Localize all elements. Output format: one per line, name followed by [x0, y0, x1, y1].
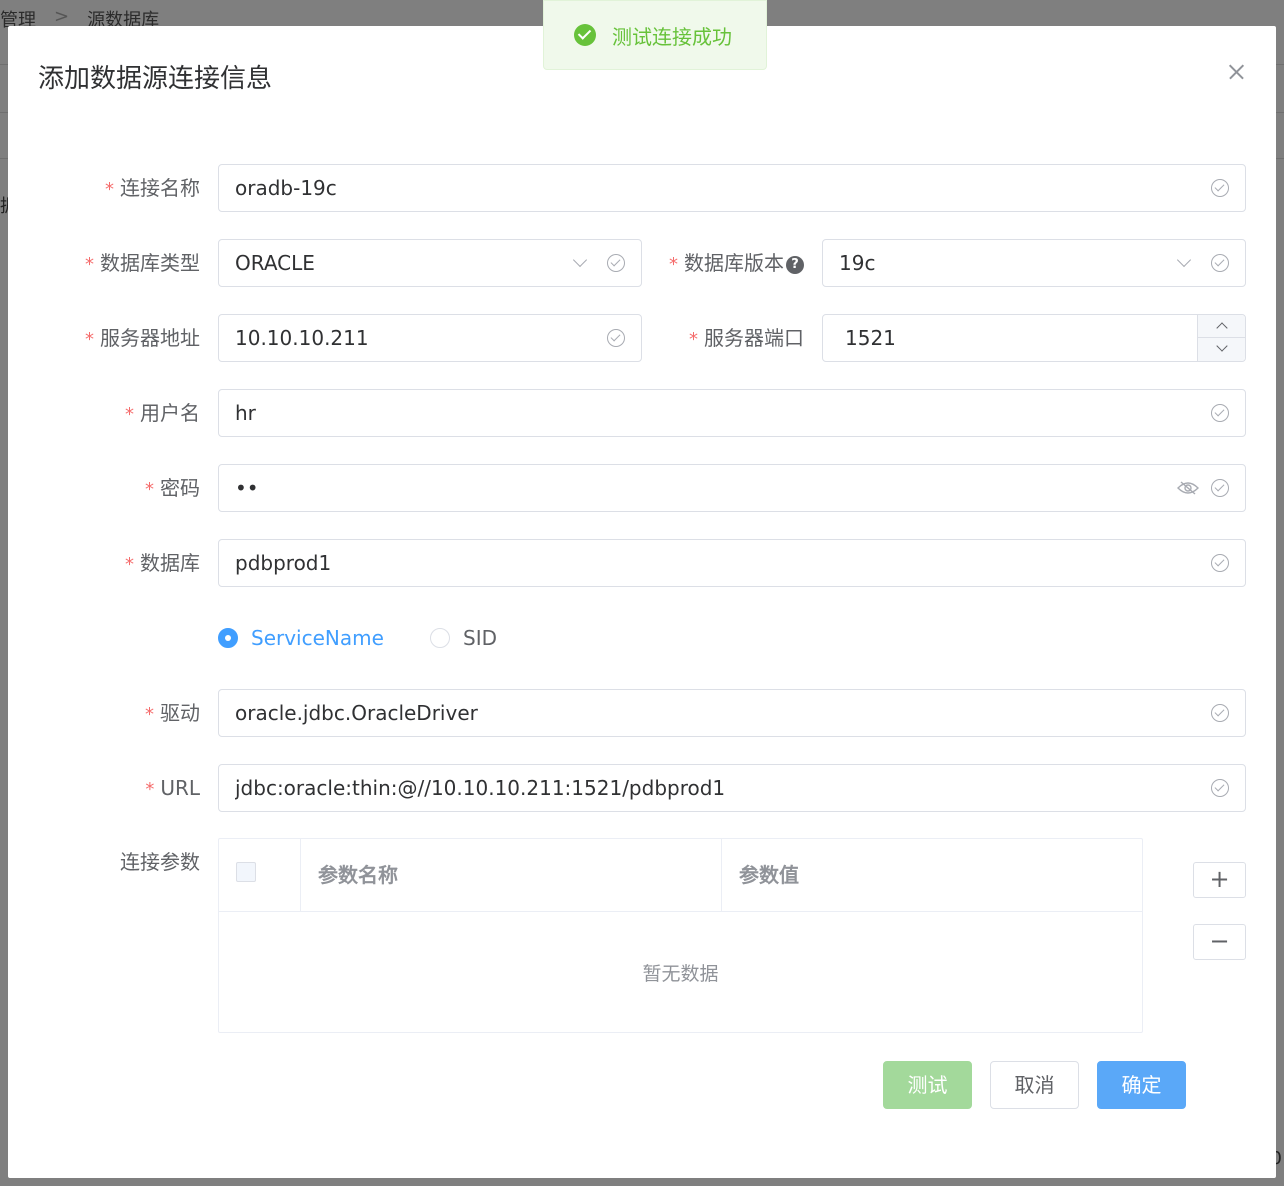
- close-icon[interactable]: [1224, 60, 1248, 84]
- username-input[interactable]: hr: [218, 389, 1246, 437]
- params-label: 连接参数: [120, 850, 200, 874]
- decrease-button[interactable]: [1198, 338, 1246, 361]
- username-label: * 用户名: [125, 401, 200, 425]
- required-mark: *: [105, 179, 114, 200]
- column-header-param-value: 参数值: [739, 863, 799, 887]
- success-check-icon: [574, 24, 596, 46]
- column-header-param-name: 参数名称: [318, 863, 398, 887]
- db-version-label-wrap: * 数据库版本?: [8, 239, 804, 287]
- validated-check-icon: [1211, 179, 1229, 197]
- params-table: 参数名称 参数值 暂无数据: [218, 838, 1143, 1033]
- toast-message: 测试连接成功: [612, 24, 732, 49]
- table-header: 参数名称 参数值: [219, 839, 1142, 912]
- required-mark: *: [669, 254, 678, 275]
- radio-service-name[interactable]: ServiceName: [218, 626, 384, 650]
- cancel-button[interactable]: 取消: [990, 1061, 1079, 1109]
- db-version-select[interactable]: 19c: [822, 239, 1246, 287]
- remove-param-button[interactable]: −: [1193, 924, 1246, 960]
- table-empty-text: 暂无数据: [642, 963, 719, 985]
- required-mark: *: [689, 329, 698, 350]
- database-label-wrap: * 数据库: [8, 539, 200, 587]
- server-port-label: * 服务器端口: [689, 326, 804, 350]
- test-button[interactable]: 测试: [883, 1061, 972, 1109]
- select-all-checkbox[interactable]: [236, 862, 256, 882]
- radio-selected-icon: [218, 628, 238, 648]
- help-question-icon[interactable]: ?: [786, 255, 804, 274]
- chevron-down-icon: [1216, 340, 1228, 352]
- params-label-wrap: 连接参数: [8, 838, 200, 886]
- required-mark: *: [145, 704, 154, 725]
- validated-check-icon: [1211, 479, 1229, 497]
- driver-label: * 驱动: [145, 701, 200, 725]
- db-version-value: 19c: [839, 251, 876, 275]
- url-value: jdbc:oracle:thin:@//10.10.10.211:1521/pd…: [235, 776, 726, 800]
- driver-label-wrap: * 驱动: [8, 689, 200, 737]
- validated-check-icon: [1211, 554, 1229, 572]
- radio-unselected-icon: [430, 628, 450, 648]
- password-label-wrap: * 密码: [8, 464, 200, 512]
- dialog-title: 添加数据源连接信息: [38, 64, 273, 94]
- connection-name-label-wrap: * 连接名称: [8, 164, 200, 212]
- database-label: * 数据库: [125, 551, 200, 575]
- eye-off-icon[interactable]: [1177, 481, 1199, 495]
- db-version-label: * 数据库版本?: [669, 239, 804, 287]
- server-port-stepper[interactable]: 1521: [822, 314, 1246, 362]
- driver-input[interactable]: oracle.jdbc.OracleDriver: [218, 689, 1246, 737]
- password-value: ••: [235, 476, 259, 500]
- server-port-value: 1521: [845, 326, 896, 350]
- chevron-down-icon: [1176, 252, 1192, 268]
- background-side-text: 据: [0, 192, 8, 218]
- url-label: * URL: [145, 776, 200, 800]
- add-param-button[interactable]: +: [1193, 862, 1246, 898]
- driver-value: oracle.jdbc.OracleDriver: [235, 701, 478, 725]
- required-mark: *: [145, 779, 155, 800]
- add-datasource-dialog: 添加数据源连接信息 * 连接名称 oradb-19c * 数据库类型 ORACLE …: [8, 26, 1276, 1178]
- server-port-label-wrap: * 服务器端口: [8, 314, 804, 362]
- validated-check-icon: [1211, 404, 1229, 422]
- required-mark: *: [145, 479, 154, 500]
- database-value: pdbprod1: [235, 551, 332, 575]
- connection-name-input[interactable]: oradb-19c: [218, 164, 1246, 212]
- required-mark: *: [125, 554, 134, 575]
- increase-button[interactable]: [1198, 315, 1246, 338]
- confirm-button[interactable]: 确定: [1097, 1061, 1186, 1109]
- chevron-up-icon: [1216, 322, 1228, 334]
- validated-check-icon: [1211, 779, 1229, 797]
- database-input[interactable]: pdbprod1: [218, 539, 1246, 587]
- radio-label: SID: [463, 626, 497, 650]
- connection-name-value: oradb-19c: [235, 176, 337, 200]
- radio-sid[interactable]: SID: [430, 626, 497, 650]
- connection-name-label: * 连接名称: [105, 176, 200, 200]
- username-label-wrap: * 用户名: [8, 389, 200, 437]
- validated-check-icon: [1211, 254, 1229, 272]
- required-mark: *: [125, 404, 134, 425]
- password-input[interactable]: ••: [218, 464, 1246, 512]
- stepper-controls: [1197, 315, 1246, 361]
- validated-check-icon: [1211, 704, 1229, 722]
- url-label-wrap: * URL: [8, 764, 200, 812]
- username-value: hr: [235, 401, 256, 425]
- password-label: * 密码: [145, 476, 200, 500]
- radio-label: ServiceName: [251, 626, 384, 650]
- success-toast: 测试连接成功: [543, 0, 767, 70]
- url-input[interactable]: jdbc:oracle:thin:@//10.10.10.211:1521/pd…: [218, 764, 1246, 812]
